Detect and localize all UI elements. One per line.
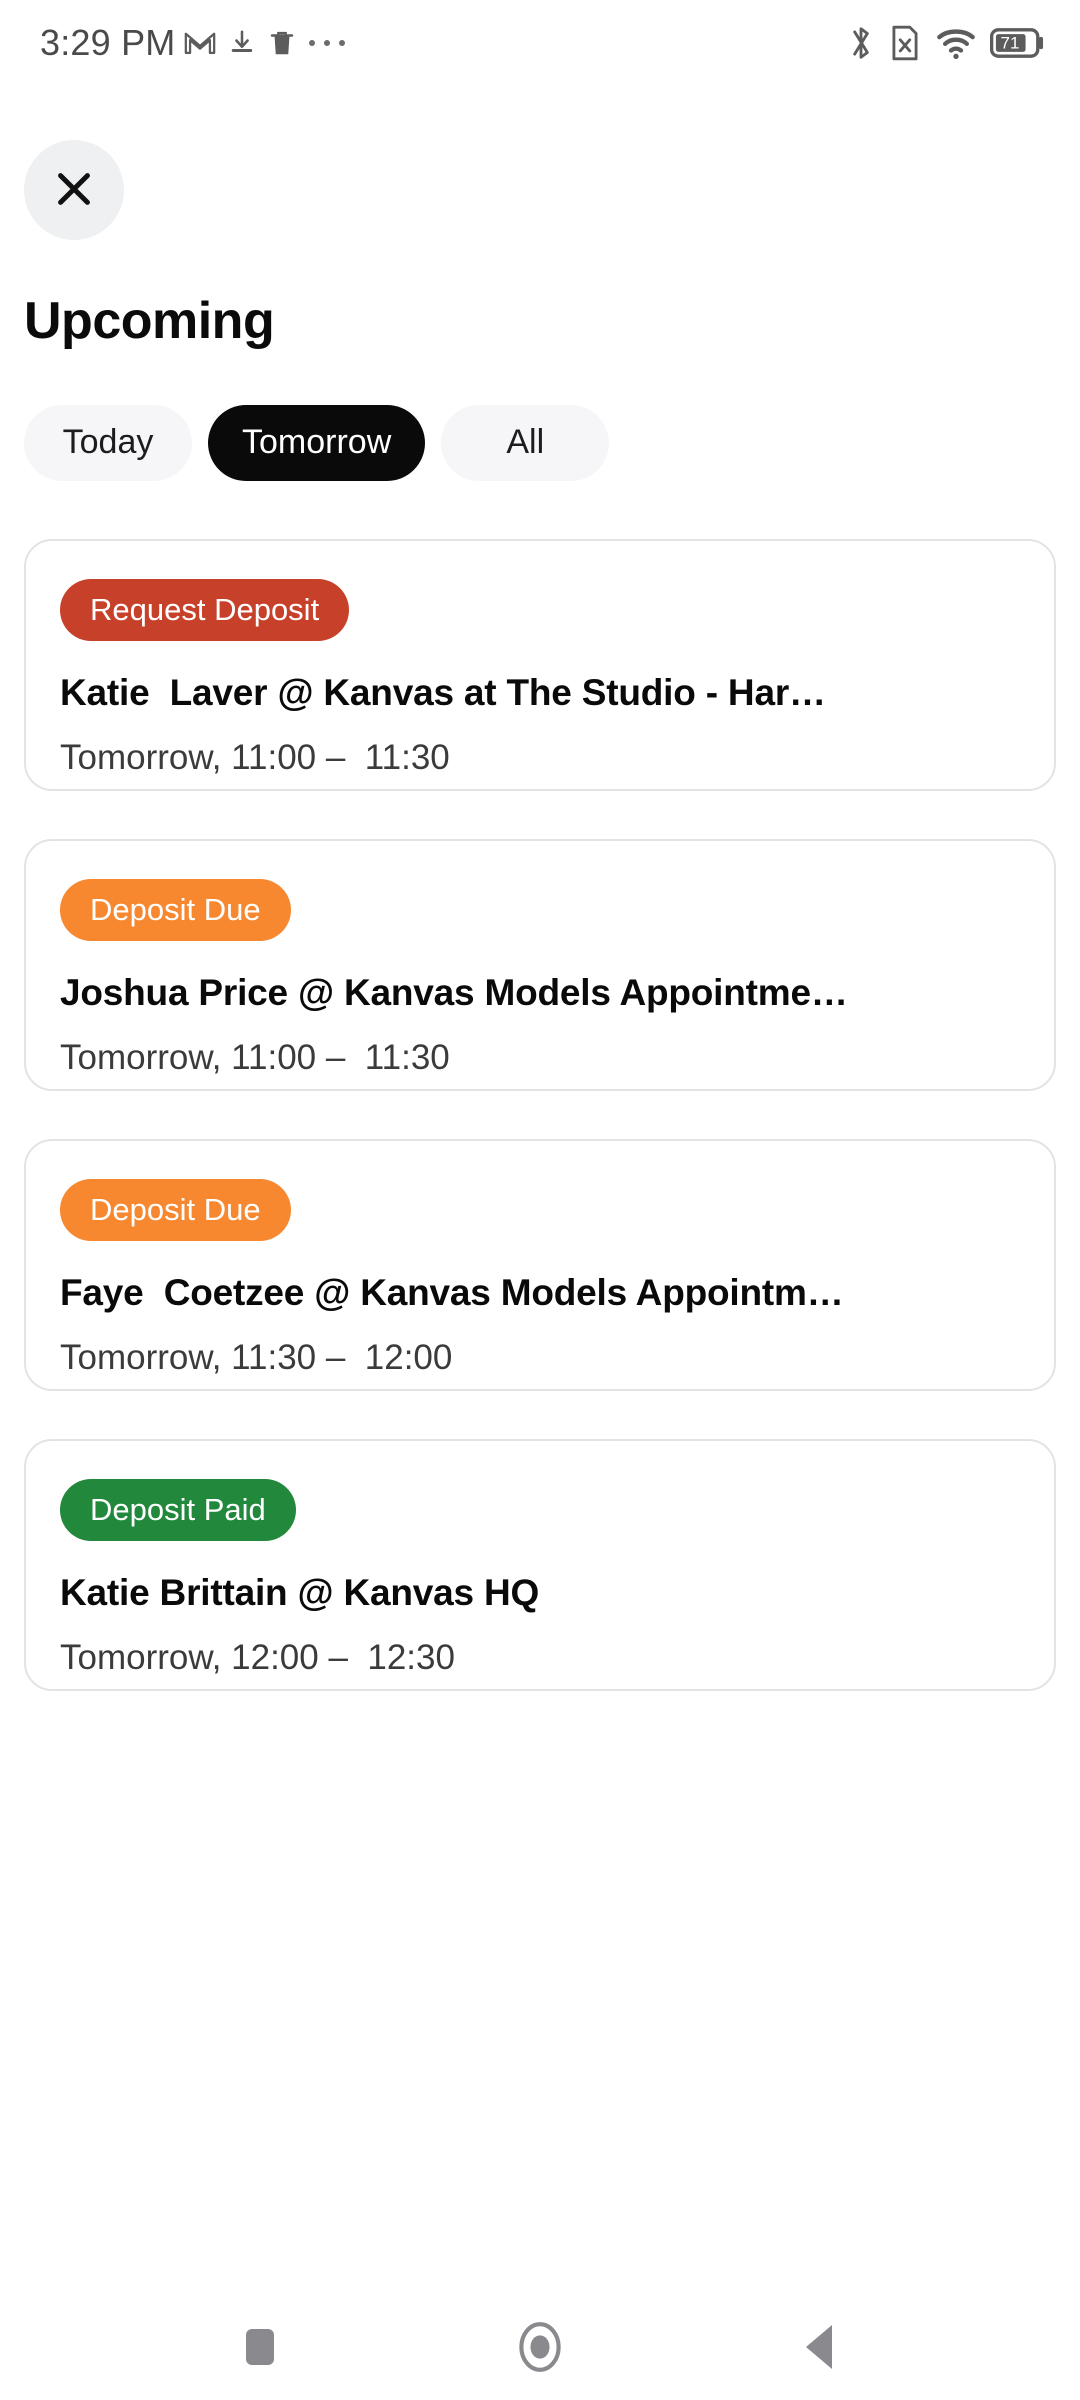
sim-missing-icon <box>888 24 922 62</box>
status-badge: Deposit Due <box>60 1178 291 1241</box>
appointment-card[interactable]: Deposit Due Faye Coetzee @ Kanvas Models… <box>24 1138 1056 1391</box>
circle-home-icon <box>515 2318 565 2379</box>
download-icon <box>227 28 257 58</box>
appointment-list[interactable]: Request Deposit Katie Laver @ Kanvas at … <box>0 538 1080 2296</box>
appointment-time: Tomorrow, 11:30 – 12:00 <box>60 1337 453 1377</box>
back-button[interactable] <box>760 2308 880 2388</box>
tab-tomorrow[interactable]: Tomorrow <box>208 404 426 481</box>
home-button[interactable] <box>480 2308 600 2388</box>
appointment-time: Tomorrow, 11:00 – 11:30 <box>60 737 450 777</box>
trash-icon <box>267 28 297 58</box>
close-button[interactable] <box>24 140 124 240</box>
appointment-title: Katie Brittain @ Kanvas HQ <box>60 1571 540 1613</box>
page-title: Upcoming <box>24 292 275 350</box>
triangle-back-icon <box>800 2321 840 2376</box>
appointment-title: Faye Coetzee @ Kanvas Models Appointm… <box>60 1271 844 1313</box>
status-clock: 3:29 PM <box>40 22 176 63</box>
page-header: Upcoming <box>0 86 1080 349</box>
recents-button[interactable] <box>200 2308 320 2388</box>
tab-today[interactable]: Today <box>24 404 192 481</box>
appointment-time: Tomorrow, 11:00 – 11:30 <box>60 1037 450 1077</box>
battery-icon: 71 <box>990 26 1046 60</box>
appointment-title: Katie Laver @ Kanvas at The Studio - Har… <box>60 671 826 713</box>
appointment-title: Joshua Price @ Kanvas Models Appointme… <box>60 971 848 1013</box>
close-icon <box>51 166 97 215</box>
appointment-card[interactable]: Request Deposit Katie Laver @ Kanvas at … <box>24 538 1056 791</box>
filter-tabs: Today Tomorrow All <box>24 404 1080 481</box>
appointment-card[interactable]: Deposit Due Joshua Price @ Kanvas Models… <box>24 838 1056 1091</box>
more-dots-icon <box>307 36 347 50</box>
square-recents-icon <box>240 2323 280 2374</box>
battery-percent-label: 71 <box>1000 33 1020 53</box>
gmail-icon <box>183 26 217 60</box>
status-bar: 3:29 PM 71 <box>0 0 1080 86</box>
app-screen: 3:29 PM 71 Upcoming Today Tomorrow All R… <box>0 0 1080 2400</box>
status-bar-right: 71 <box>848 24 1046 62</box>
appointment-card[interactable]: Deposit Paid Katie Brittain @ Kanvas HQ … <box>24 1438 1056 1691</box>
status-bar-left: 3:29 PM <box>40 22 357 64</box>
status-badge: Request Deposit <box>60 578 350 641</box>
status-badge: Deposit Paid <box>60 1478 296 1541</box>
wifi-icon <box>936 26 976 60</box>
tab-all[interactable]: All <box>441 404 610 481</box>
android-nav-bar <box>0 2296 1080 2400</box>
bluetooth-icon <box>848 24 874 62</box>
status-badge: Deposit Due <box>60 878 291 941</box>
appointment-time: Tomorrow, 12:00 – 12:30 <box>60 1637 455 1677</box>
